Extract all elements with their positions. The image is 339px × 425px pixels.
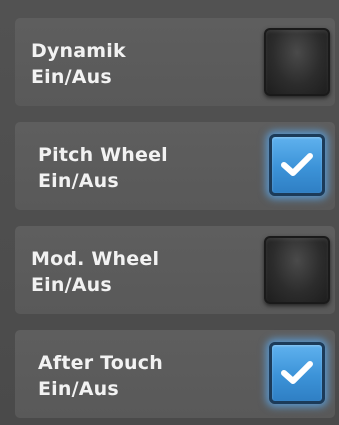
setting-label-line2: Ein/Aus (38, 170, 119, 192)
setting-label-line1: After Touch (38, 352, 163, 374)
setting-row-dynamik: Dynamik Ein/Aus (15, 18, 335, 106)
setting-label: Mod. Wheel Ein/Aus (31, 246, 159, 298)
setting-label: After Touch Ein/Aus (38, 350, 163, 402)
pitch-wheel-toggle-checkbox[interactable] (269, 134, 325, 196)
setting-label-line2: Ein/Aus (38, 378, 119, 400)
dynamik-toggle-checkbox[interactable] (264, 28, 330, 96)
setting-label-line1: Pitch Wheel (38, 144, 168, 166)
checkmark-icon (281, 361, 313, 384)
setting-label: Pitch Wheel Ein/Aus (38, 142, 168, 194)
setting-label-line2: Ein/Aus (31, 66, 112, 88)
setting-label-line2: Ein/Aus (31, 274, 112, 296)
setting-row-pitch-wheel: Pitch Wheel Ein/Aus (15, 122, 335, 210)
setting-label: Dynamik Ein/Aus (31, 38, 126, 90)
setting-row-mod-wheel: Mod. Wheel Ein/Aus (15, 226, 335, 314)
setting-label-line1: Dynamik (31, 40, 126, 62)
setting-label-line1: Mod. Wheel (31, 248, 160, 270)
mod-wheel-toggle-checkbox[interactable] (264, 236, 330, 304)
after-touch-toggle-checkbox[interactable] (269, 342, 325, 404)
checkmark-icon (281, 153, 313, 176)
settings-panel: Dynamik Ein/Aus Pitch Wheel Ein/Aus Mod.… (0, 0, 339, 425)
setting-row-after-touch: After Touch Ein/Aus (15, 330, 335, 418)
